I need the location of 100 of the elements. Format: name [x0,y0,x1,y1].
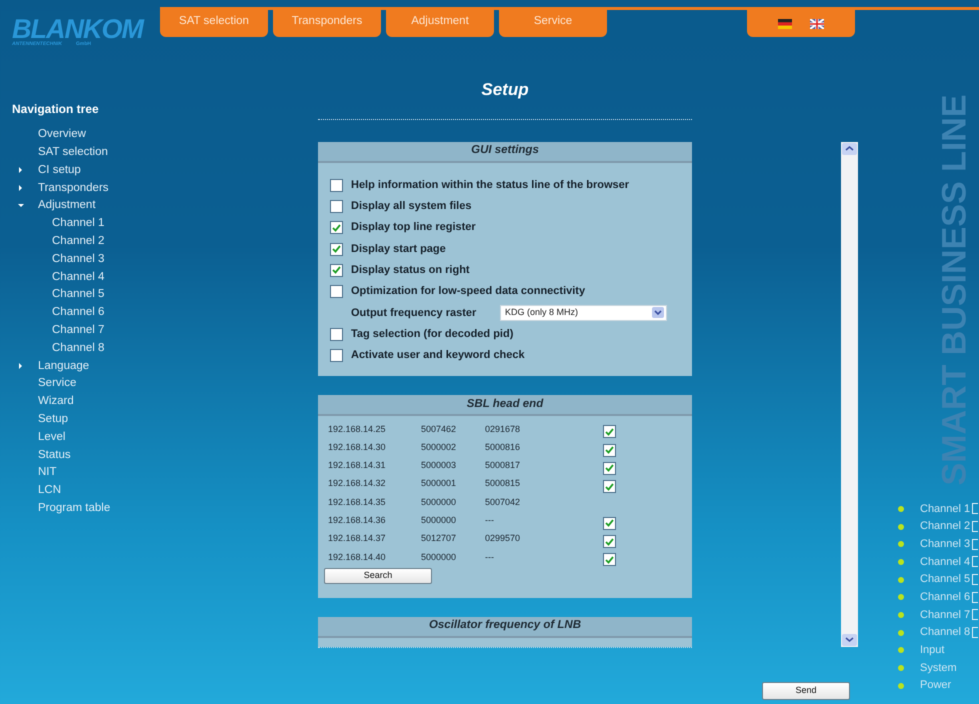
status-label: Input [920,643,946,658]
checkbox[interactable] [330,264,343,277]
dropdown[interactable]: KDG (only 8 MHz) [500,304,667,321]
option-label: Optimization for low-speed data connectivity [351,284,586,300]
nav-item[interactable]: Language [38,358,90,375]
channel-icon [972,609,978,620]
nav-item[interactable]: Level [38,428,66,446]
option-label: Output frequency raster [351,306,478,321]
table-cell-text: 5012707 [421,532,458,546]
flag-icon[interactable] [810,18,824,28]
page-title: Setup [481,79,529,101]
status-label: Channel 1 [920,502,972,517]
check-icon [332,266,341,274]
nav-item[interactable]: Setup [38,411,68,428]
table-cell-text: 192.168.14.25 [328,422,387,436]
nav-item[interactable]: Transponders [38,180,109,197]
nav-item[interactable]: Channel 6 [52,304,104,322]
nav-item[interactable]: NIT [38,464,57,482]
table-cell-text: 192.168.14.31 [328,459,387,472]
flag-icon[interactable] [778,18,792,28]
checkbox[interactable] [603,425,616,438]
panel-title: SBL head end [466,397,544,412]
scrollbar[interactable] [841,142,858,646]
logo: BLANKOM [12,17,145,41]
table-cell-text: 5000816 [485,440,522,454]
caret-right-icon[interactable] [18,185,24,192]
nav-item[interactable]: Wizard [38,393,74,410]
panel-title: Oscillator frequency of LNB [428,618,582,634]
send-button[interactable]: Send [762,682,850,700]
checkbox[interactable] [603,462,616,475]
channel-icon [972,592,978,603]
checkbox[interactable] [603,553,616,566]
panel-title: GUI settings [471,143,539,158]
status-label: Channel 4 [920,554,972,570]
channel-icon [972,556,978,568]
checkbox[interactable] [603,535,616,548]
checkbox[interactable] [603,480,616,494]
status-label: Channel 3 [920,536,972,552]
checkbox[interactable] [330,349,343,362]
option-label: Tag selection (for decoded pid) [351,326,514,342]
table-cell-text: 192.168.14.37 [328,532,387,546]
chevron-down-icon [652,307,664,318]
checkbox[interactable] [330,178,343,192]
option-label: Display all system files [351,199,472,214]
table-cell-text: 0299570 [485,532,522,546]
table-cell-text: 192.168.14.36 [328,514,387,528]
nav-item[interactable]: Status [38,446,71,464]
table-cell-text: 5000817 [485,459,522,472]
check-icon [332,245,341,254]
check-icon [605,538,614,546]
nav-item[interactable]: Channel 5 [52,286,104,304]
channel-icon [972,503,978,514]
nav-item[interactable]: Channel 8 [52,340,104,358]
checkbox[interactable] [330,221,343,234]
table-cell-text: 5000000 [421,496,458,509]
nav-item[interactable]: Channel 7 [52,322,104,340]
checkbox[interactable] [330,285,343,298]
checkbox[interactable] [603,516,616,530]
nav-item[interactable]: Program table [38,500,110,518]
nav-item[interactable]: Service [38,375,76,393]
table-cell-text: 5000001 [421,477,458,490]
nav-item[interactable]: Channel 1 [52,215,104,232]
checkbox[interactable] [330,328,343,341]
status-label: Channel 6 [920,590,972,606]
status-label: Channel 2 [920,519,972,534]
table-cell-text: 5000003 [421,459,458,472]
option-label: Display top line register [351,220,476,236]
chevron-up-icon[interactable] [841,142,858,156]
search-button[interactable]: Search [324,568,432,584]
status-label: System [920,660,958,676]
table-cell-text: 192.168.14.35 [328,496,387,509]
caret-down-icon[interactable] [18,203,24,210]
nav-item[interactable]: Adjustment [38,197,96,215]
nav-item[interactable]: SAT selection [38,144,108,162]
check-icon [605,464,614,472]
status-label: Channel 7 [920,608,972,623]
nav-item[interactable]: CI setup [38,162,81,180]
status-label: Power [920,678,952,694]
table-cell-text: 0291678 [485,422,522,436]
table-cell-text: 192.168.14.30 [328,440,387,454]
nav-item[interactable]: Overview [38,126,86,144]
caret-right-icon[interactable] [18,363,24,370]
checkbox[interactable] [603,444,616,457]
status-label: Channel 8 [920,625,972,640]
nav-item[interactable]: Channel 2 [52,233,104,250]
caret-right-icon[interactable] [18,167,24,174]
nav-item[interactable]: Channel 4 [52,268,104,286]
table-cell-text: 5007042 [485,496,522,509]
nav-item[interactable]: LCN [38,482,62,500]
chevron-down-icon[interactable] [841,632,858,646]
check-icon [332,224,341,232]
table-cell-text: 5000002 [421,440,458,454]
table-cell-text: 192.168.14.40 [328,550,387,564]
checkbox[interactable] [330,200,343,213]
status-label: Channel 5 [920,572,972,588]
nav-item[interactable]: Channel 3 [52,250,104,268]
checkbox[interactable] [330,242,343,256]
check-icon [605,482,614,491]
channel-icon [972,627,978,638]
channel-icon [972,574,978,586]
